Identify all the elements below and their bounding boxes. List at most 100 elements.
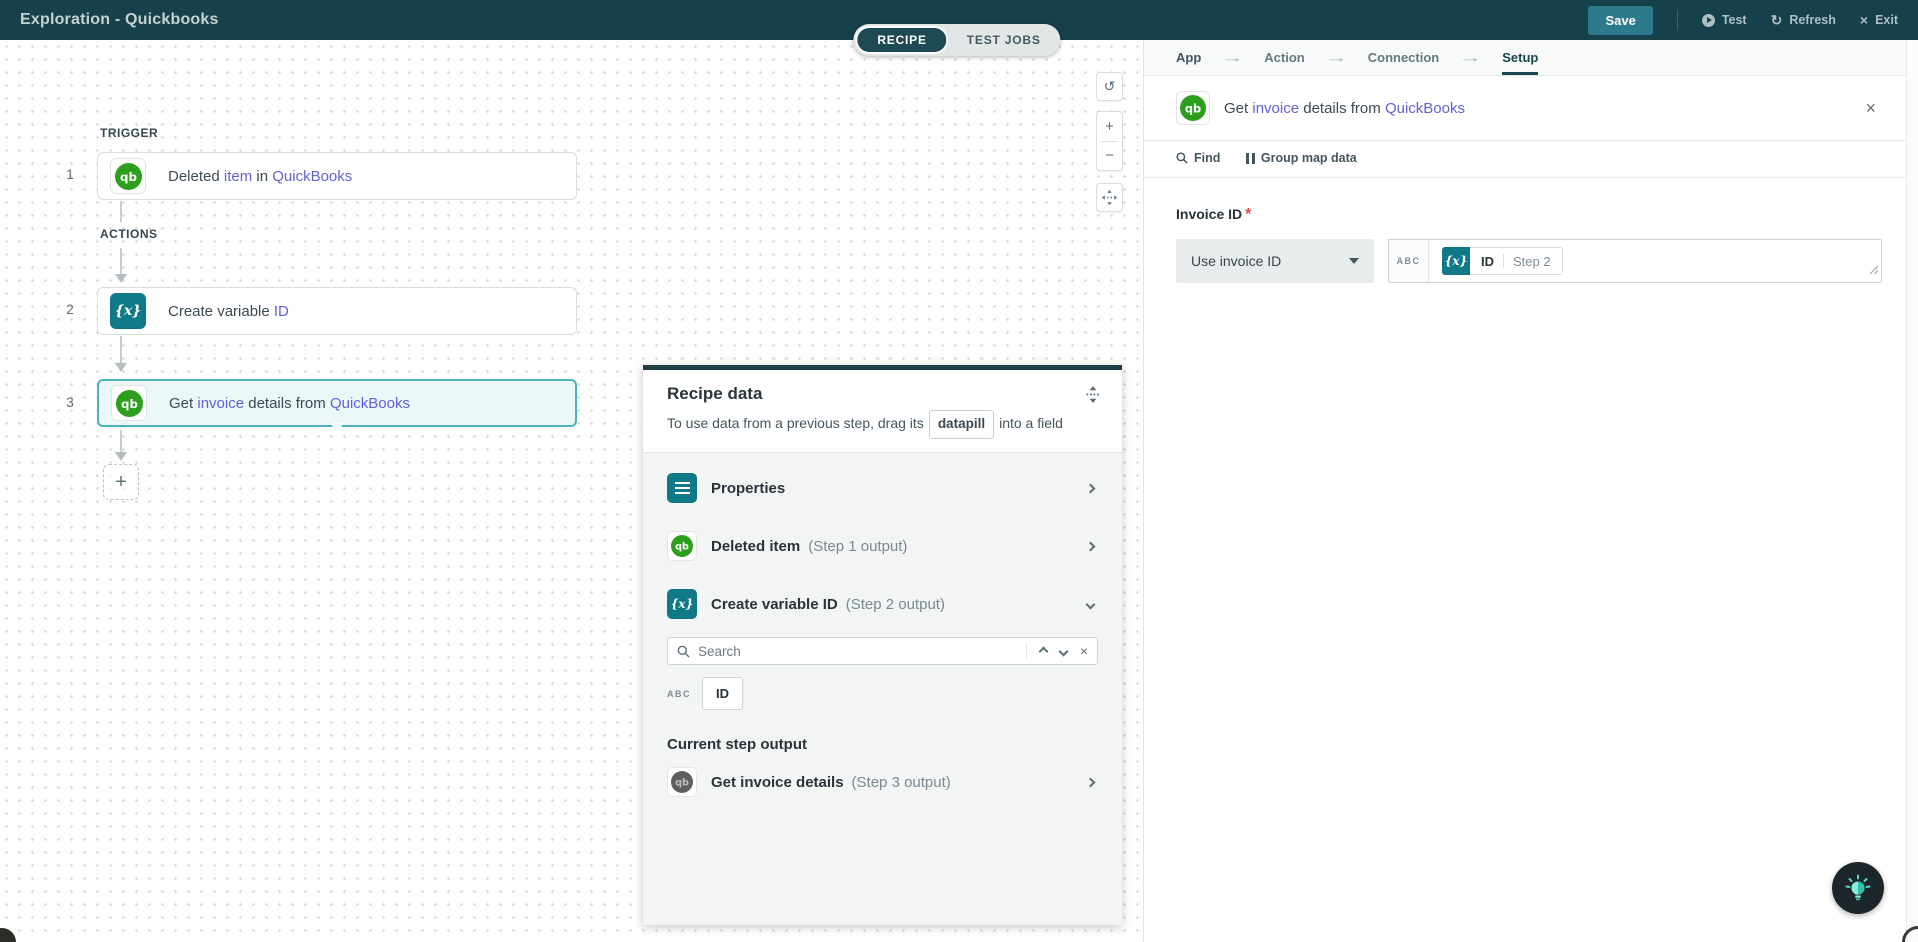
breadcrumb-arrow-icon: →: [1226, 40, 1239, 75]
zoom-control-group: + −: [1096, 111, 1123, 171]
reset-view-button[interactable]: ↺: [1096, 72, 1123, 101]
invoice-id-mode-dropdown[interactable]: Use invoice ID: [1176, 239, 1374, 283]
step-card-trigger[interactable]: qb Deleted item in QuickBooks: [97, 152, 577, 200]
list-item-step1-output[interactable]: qb Deleted item (Step 1 output): [667, 517, 1098, 575]
breadcrumb-arrow-icon: →: [1464, 40, 1477, 75]
card-connector-notch: [332, 423, 342, 427]
search-next-button[interactable]: [1058, 646, 1068, 656]
breadcrumb-action[interactable]: Action: [1264, 40, 1304, 75]
search-clear-button[interactable]: ×: [1080, 644, 1088, 658]
svg-text:qb: qb: [1185, 101, 1201, 115]
connector-line: [120, 248, 122, 274]
quickbooks-icon: qb: [111, 385, 147, 421]
quickbooks-icon-gray: qb: [667, 767, 697, 797]
invoice-id-input[interactable]: ABC {x} ID Step 2: [1388, 239, 1882, 283]
search-controls: ×: [1026, 644, 1088, 658]
connector-line: [120, 336, 122, 363]
close-panel-button[interactable]: ×: [1865, 99, 1888, 117]
fit-view-button[interactable]: [1096, 183, 1123, 212]
corner-widget: [1902, 926, 1918, 942]
exit-button[interactable]: × Exit: [1860, 13, 1898, 27]
connector-line: [120, 430, 122, 452]
tab-test-jobs[interactable]: TEST JOBS: [949, 26, 1059, 54]
chevron-right-icon: [1086, 777, 1096, 787]
variable-icon: {x}: [1442, 247, 1470, 275]
test-button[interactable]: Test: [1702, 13, 1747, 27]
search-icon: [1176, 152, 1188, 164]
recipe-data-panel: Recipe data To use data from a previous …: [643, 365, 1122, 925]
breadcrumb-app[interactable]: App: [1176, 40, 1201, 75]
add-step-button[interactable]: +: [103, 464, 139, 500]
help-tips-button[interactable]: [1832, 862, 1884, 914]
trigger-section-label: TRIGGER: [100, 126, 158, 140]
svg-text:qb: qb: [675, 778, 689, 789]
step-object-link[interactable]: item: [224, 168, 252, 185]
reset-view-icon: ↺: [1104, 78, 1116, 95]
datapill-id[interactable]: ID: [702, 677, 743, 710]
step-app-link[interactable]: QuickBooks: [272, 168, 352, 185]
recipe-data-subtitle: To use data from a previous step, drag i…: [667, 410, 1098, 439]
step-card-action-3-selected[interactable]: qb Get invoice details from QuickBooks: [97, 379, 577, 427]
datatype-label: ABC: [667, 689, 691, 699]
properties-icon: [667, 473, 697, 503]
step-card-action-2[interactable]: {x} Create variable ID: [97, 287, 577, 335]
zoom-out-icon: −: [1105, 147, 1114, 164]
save-button[interactable]: Save: [1588, 6, 1652, 35]
actions-section-label: ACTIONS: [100, 227, 158, 241]
tab-recipe[interactable]: RECIPE: [855, 26, 948, 54]
step-title: Create variable ID: [168, 303, 289, 320]
search-input[interactable]: [698, 644, 1018, 659]
find-button[interactable]: Find: [1176, 151, 1220, 165]
action-object-link[interactable]: invoice: [1252, 100, 1299, 117]
step-object-link[interactable]: ID: [274, 303, 289, 320]
quickbooks-icon: qb: [110, 158, 146, 194]
panel-drag-handle[interactable]: [1086, 386, 1100, 408]
fit-view-icon: [1102, 190, 1117, 205]
setup-breadcrumb: App → Action → Connection → Setup: [1144, 40, 1918, 76]
corner-widget: [0, 928, 16, 942]
breadcrumb-setup[interactable]: Setup: [1502, 40, 1538, 75]
list-item-step3-output[interactable]: qb Get invoice details (Step 3 output): [667, 753, 1098, 811]
step-title: Get invoice details from QuickBooks: [169, 395, 410, 412]
variable-icon: {x}: [667, 589, 697, 619]
resize-handle-icon[interactable]: [1869, 261, 1878, 279]
setup-header: qb Get invoice details from QuickBooks ×: [1144, 76, 1918, 140]
datapill-id-step2[interactable]: {x} ID Step 2: [1442, 247, 1563, 275]
zoom-in-button[interactable]: +: [1097, 112, 1122, 141]
zoom-in-icon: +: [1105, 118, 1114, 135]
close-icon: ×: [1860, 13, 1868, 27]
lightbulb-icon: [1843, 873, 1873, 903]
connector-arrow-icon: [115, 274, 127, 283]
datatype-label: ABC: [1389, 240, 1429, 282]
step-number-2: 2: [58, 302, 82, 317]
topbar-actions: Save Test ↻ Refresh × Exit: [1588, 6, 1898, 35]
chevron-right-icon: [1086, 483, 1096, 493]
quickbooks-icon: qb: [1176, 91, 1210, 125]
step-app-link[interactable]: QuickBooks: [330, 395, 410, 412]
pill-divider: [1503, 254, 1504, 268]
step-object-link[interactable]: invoice: [197, 395, 244, 412]
recipe-data-list: Properties qb Deleted item (Step 1 outpu…: [643, 452, 1122, 925]
datapill-chip: ID Step 2: [1470, 247, 1563, 275]
zoom-out-button[interactable]: −: [1097, 142, 1122, 171]
caret-down-icon: [1349, 258, 1359, 264]
breadcrumb-connection[interactable]: Connection: [1368, 40, 1440, 75]
step-setup-panel: App → Action → Connection → Setup qb Get…: [1143, 40, 1918, 942]
scrollbar[interactable]: [1906, 40, 1918, 942]
topbar-divider: [1677, 10, 1678, 30]
chevron-down-icon: [1086, 599, 1096, 609]
search-icon: [677, 645, 690, 658]
search-prev-button[interactable]: [1038, 646, 1048, 656]
group-map-data-button[interactable]: Group map data: [1246, 151, 1356, 165]
quickbooks-icon: qb: [667, 531, 697, 561]
datapill-example-chip[interactable]: datapill: [929, 410, 994, 439]
connector-arrow-icon: [115, 452, 127, 461]
setup-title: Get invoice details from QuickBooks: [1224, 100, 1465, 117]
action-app-link[interactable]: QuickBooks: [1385, 100, 1465, 117]
list-item-step2-output[interactable]: {x} Create variable ID (Step 2 output): [667, 575, 1098, 633]
step-number-1: 1: [58, 167, 82, 182]
step-number-3: 3: [58, 395, 82, 410]
refresh-button[interactable]: ↻ Refresh: [1771, 13, 1836, 27]
list-item-properties[interactable]: Properties: [667, 459, 1098, 517]
plus-icon: +: [115, 471, 127, 494]
